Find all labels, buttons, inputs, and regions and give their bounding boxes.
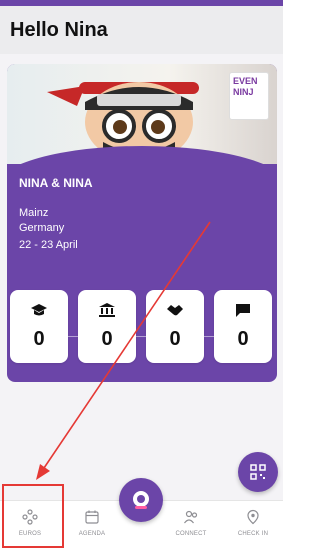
annotation-highlight-box: [2, 484, 64, 548]
annotation-arrow: [36, 221, 211, 480]
